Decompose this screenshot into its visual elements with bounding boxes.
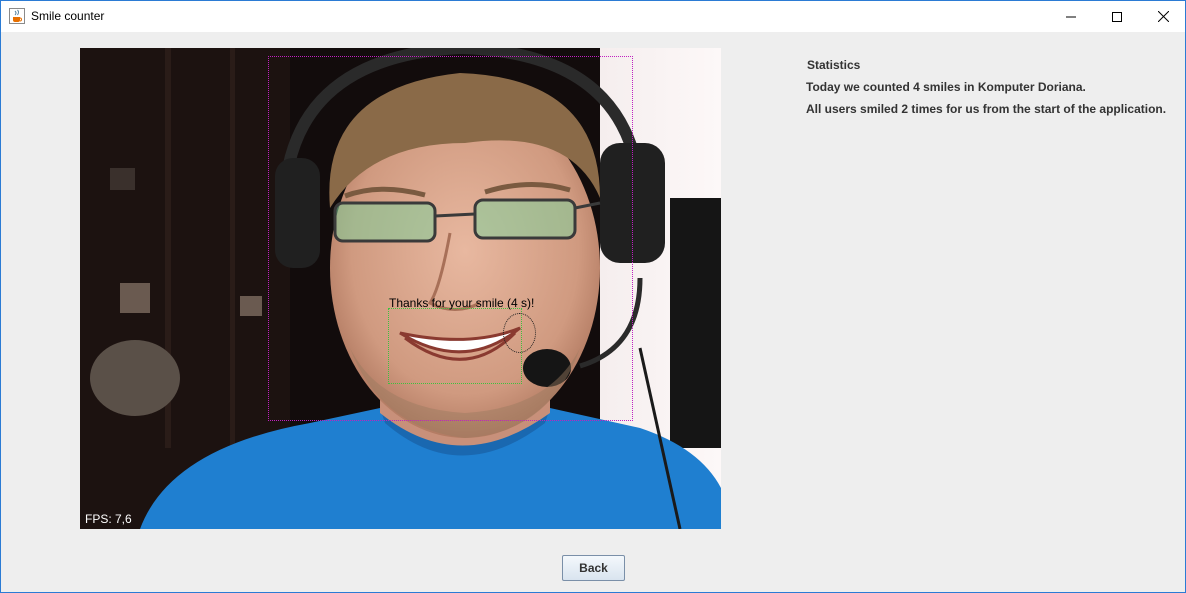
- back-button[interactable]: Back: [562, 555, 625, 581]
- smile-message: Thanks for your smile (4 s)!: [389, 296, 535, 310]
- mouth-detection-box: [388, 308, 522, 384]
- close-icon: [1157, 11, 1169, 22]
- maximize-icon: [1112, 11, 1122, 22]
- minimize-button[interactable]: [1048, 1, 1094, 32]
- camera-feed: Thanks for your smile (4 s)! FPS: 7,6: [80, 48, 721, 529]
- maximize-button[interactable]: [1094, 1, 1140, 32]
- title-bar: Smile counter: [1, 1, 1185, 32]
- window-title: Smile counter: [31, 9, 105, 23]
- minimize-icon: [1066, 16, 1076, 17]
- total-smiles-text: All users smiled 2 times for us from the…: [806, 102, 1167, 116]
- statistics-heading: Statistics: [807, 58, 861, 72]
- smile-marker-ellipse: [503, 313, 536, 353]
- statistics-panel: Statistics Today we counted 4 smiles in …: [806, 57, 1166, 123]
- close-button[interactable]: [1140, 1, 1186, 32]
- smile-counter-window: Smile counter Thanks for your smile (4 s…: [0, 0, 1186, 593]
- fps-label: FPS: 7,6: [85, 512, 132, 526]
- today-smiles-text: Today we counted 4 smiles in Komputer Do…: [806, 80, 1086, 94]
- java-cup-icon: [9, 8, 25, 24]
